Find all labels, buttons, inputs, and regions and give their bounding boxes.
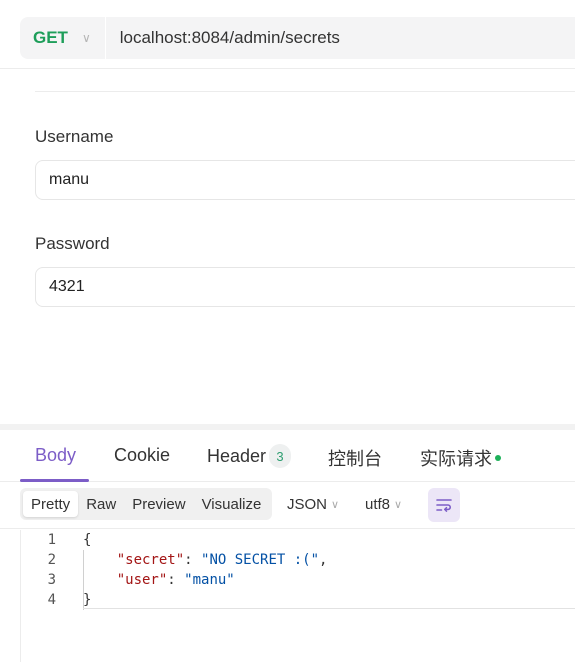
line-number: 3 — [47, 572, 56, 588]
username-value: manu — [49, 171, 90, 188]
tab-console-label: 控制台 — [328, 449, 382, 469]
header-count-badge: 3 — [269, 444, 292, 468]
tab-body-label: Body — [35, 445, 77, 465]
format-dropdown[interactable]: JSON ∨ — [287, 496, 339, 513]
password-label: Password — [35, 234, 110, 253]
code-text: { — [83, 532, 91, 548]
encoding-dropdown[interactable]: utf8 ∨ — [365, 496, 402, 513]
line-number: 4 — [47, 592, 56, 608]
chevron-down-icon: ∨ — [331, 499, 340, 511]
password-value: 4321 — [49, 278, 85, 295]
response-body-code[interactable]: 1 { 2 "secret": "NO SECRET :(", 3 "user"… — [20, 530, 575, 662]
code-line: 4 } — [21, 590, 575, 610]
code-text: } — [83, 592, 91, 608]
tab-header-label: Header — [207, 445, 267, 466]
chevron-down-icon[interactable]: ∨ — [82, 31, 91, 45]
json-string: "NO SECRET :(" — [201, 552, 320, 568]
url-bar: GET ∨ localhost:8084/admin/secrets — [20, 17, 575, 59]
url-input[interactable]: localhost:8084/admin/secrets — [120, 28, 340, 48]
code-text: "user": "manu" — [116, 572, 235, 588]
json-string: "manu" — [184, 572, 235, 588]
line-number: 1 — [47, 532, 56, 548]
username-field[interactable]: manu — [35, 160, 575, 200]
password-field[interactable]: 4321 — [35, 267, 575, 307]
format-value: JSON — [287, 496, 328, 513]
username-label: Username — [35, 127, 114, 146]
view-mode-switch: Pretty Raw Preview Visualize — [20, 488, 273, 520]
view-mode-pretty[interactable]: Pretty — [23, 491, 79, 517]
form-divider — [35, 91, 575, 92]
method-select[interactable]: GET — [33, 28, 68, 48]
tab-actual-request-label: 实际请求 — [420, 449, 492, 469]
encoding-value: utf8 — [365, 496, 391, 513]
code-line: 3 "user": "manu" — [21, 570, 575, 590]
chevron-down-icon: ∨ — [394, 499, 403, 511]
tab-body[interactable]: Body — [35, 445, 76, 466]
code-line: 1 { — [21, 530, 575, 550]
json-key: "user" — [116, 572, 168, 588]
code-line: 2 "secret": "NO SECRET :(", — [21, 550, 575, 570]
line-number: 2 — [47, 552, 56, 568]
code-text: "secret": "NO SECRET :(", — [116, 552, 328, 568]
tab-header[interactable]: Header 3 — [207, 444, 292, 468]
tab-cookie[interactable]: Cookie — [114, 445, 170, 466]
view-mode-raw[interactable]: Raw — [78, 491, 124, 517]
indent-guide — [83, 550, 84, 610]
view-mode-visualize[interactable]: Visualize — [194, 491, 270, 517]
active-line-border — [83, 608, 575, 609]
word-wrap-button[interactable] — [428, 488, 460, 522]
active-tab-indicator — [20, 479, 89, 482]
json-brace: { — [83, 532, 92, 548]
tab-cookie-label: Cookie — [114, 445, 171, 465]
header-divider — [0, 68, 575, 69]
response-toolbar: Pretty Raw Preview Visualize JSON ∨ utf8… — [0, 483, 575, 529]
view-mode-preview[interactable]: Preview — [124, 491, 193, 517]
status-dot-icon — [495, 455, 501, 461]
response-tabs: Body Cookie Header 3 控制台 实际请求 — [0, 430, 575, 482]
json-key: "secret" — [116, 552, 185, 568]
tab-actual-request[interactable]: 实际请求 — [420, 445, 501, 471]
tab-console[interactable]: 控制台 — [328, 445, 382, 471]
text-wrap-icon — [436, 499, 452, 512]
url-divider — [104, 17, 106, 59]
json-brace: } — [83, 592, 92, 608]
